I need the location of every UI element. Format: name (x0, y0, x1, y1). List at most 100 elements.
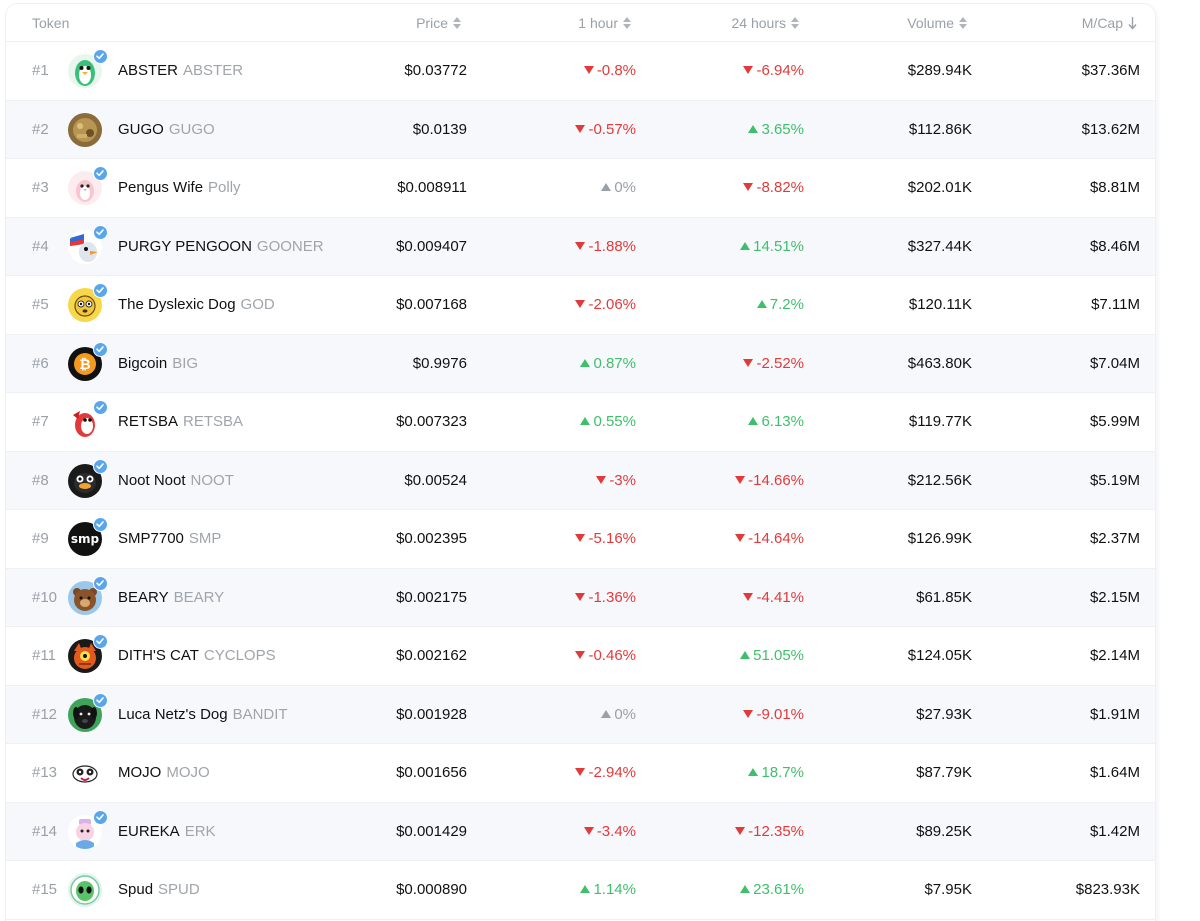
column-header-volume[interactable]: Volume (866, 4, 967, 42)
painted-portrait-icon (68, 112, 102, 147)
table-row[interactable]: #10 BEARY BEARY $0.002175 -1.36% -4.41% $61.85… (6, 568, 1155, 627)
table-row[interactable]: #14 EUREKA ERK $0.001429 -3.4% -12.35% $89.25K… (6, 802, 1155, 861)
column-header-price[interactable]: Price (366, 4, 461, 42)
triangle-down-icon (735, 475, 746, 484)
change-24h: -12.35% (656, 803, 804, 861)
token-name[interactable]: GUGO GUGO (118, 101, 215, 159)
change-1h-value: 0% (614, 179, 636, 196)
change-24h: 23.61% (656, 861, 804, 919)
token-name-label: PURGY PENGOON (118, 237, 252, 255)
change-1h-value: -0.46% (588, 647, 636, 664)
rank-label: #6 (32, 354, 49, 372)
table-row[interactable]: #11 DITH'S CAT CYCLOPS $0.002162 -0.46% 51.05… (6, 627, 1155, 686)
verified-badge-icon (93, 166, 108, 181)
table-row[interactable]: #13 MOJO MOJO $0.001656 -2.94% 18.7% $87.79K $1… (6, 744, 1155, 803)
triangle-up-icon (580, 885, 591, 893)
token-symbol-label: CYCLOPS (203, 647, 276, 664)
rank-label: #12 (32, 705, 58, 723)
token-name[interactable]: BEARY BEARY (118, 569, 224, 627)
table-row[interactable]: #6 ₿ Bigcoin BIG $0.9976 0.87% -2.52% $463.80K $… (6, 334, 1155, 393)
token-symbol-label: BANDIT (232, 705, 288, 723)
volume-value: $124.05K (907, 647, 972, 664)
triangle-down-icon (575, 124, 586, 133)
token-symbol-label: GOD (240, 296, 275, 313)
change-24h-value: -14.64% (748, 530, 804, 547)
volume-value: $61.85K (916, 588, 972, 606)
table-row[interactable]: #4 PURGY PENGOON GOONER $0.009407 -1.88% 14.5… (6, 217, 1155, 276)
change-1h: -2.94% (486, 744, 636, 802)
verified-badge-icon (93, 809, 108, 825)
change-24h: -8.82% (656, 159, 804, 217)
token-name[interactable]: DITH'S CAT CYCLOPS (118, 627, 276, 685)
triangle-down-icon (743, 358, 754, 367)
change-24h: 6.13% (656, 393, 804, 451)
market-cap-value: $1.91M (1089, 705, 1140, 723)
table-row[interactable]: #12 Luca Netz's Dog BANDIT $0.001928 0% -9.01… (6, 685, 1155, 744)
change-1h-value: 0.87% (593, 354, 636, 372)
token-name[interactable]: PURGY PENGOON GOONER (118, 218, 324, 276)
token-name-label: The Dyslexic Dog (118, 296, 236, 313)
column-header-mcap[interactable]: M/Cap (1036, 4, 1137, 42)
change-1h-value: -3.4% (596, 822, 636, 840)
volume-value: $327.44K (907, 237, 972, 255)
token-symbol-label: BIG (172, 354, 199, 372)
table-row[interactable]: #1 ABSTER ABSTER $0.03772 -0.8% -6.94% $289.94… (6, 42, 1155, 101)
token-name[interactable]: MOJO MOJO (118, 744, 210, 802)
volume-value: $463.80K (907, 354, 972, 372)
rank-label: #10 (32, 588, 58, 606)
market-cap-value: $1.64M (1089, 764, 1140, 781)
token-name[interactable]: Bigcoin BIG (118, 335, 198, 393)
volume-value: $89.25K (916, 822, 972, 840)
market-cap-value: $2.37M (1089, 530, 1140, 547)
token-name[interactable]: Noot Noot NOOT (118, 452, 234, 510)
token-name[interactable]: Luca Netz's Dog BANDIT (118, 686, 288, 744)
token-name-label: ABSTER (118, 62, 179, 79)
table-body: #1 ABSTER ABSTER $0.03772 -0.8% -6.94% $289.94… (6, 42, 1155, 920)
table-row[interactable]: #5 The Dyslexic Dog GOD $0.007168 -2.06% 7.2%… (6, 276, 1155, 335)
column-header-1-hour[interactable]: 1 hour (536, 4, 631, 42)
change-1h: 0% (486, 686, 636, 744)
change-1h-value: 1.14% (593, 881, 636, 898)
rank-label: #4 (32, 237, 49, 255)
price-value: $0.002175 (396, 588, 467, 606)
triangle-down-icon (743, 66, 754, 74)
token-name-label: Pengus Wife (118, 179, 204, 196)
rank-label: #3 (32, 179, 49, 196)
change-24h-value: 6.13% (761, 413, 804, 430)
token-name[interactable]: The Dyslexic Dog GOD (118, 276, 275, 334)
token-name[interactable]: EUREKA ERK (118, 803, 216, 861)
verified-badge-icon (93, 458, 108, 474)
change-1h-value: -3% (609, 471, 636, 489)
rank-label: #5 (32, 296, 49, 313)
table-row[interactable]: #9 smp SMP7700 SMP $0.002395 -5.16% -14.64% $12… (6, 510, 1155, 569)
table-row[interactable]: #2 GUGO GUGO $0.0139 -0.57% 3.65% $112.86K $13.… (6, 100, 1155, 159)
token-name[interactable]: RETSBA RETSBA (118, 393, 243, 451)
token-name[interactable]: Spud SPUD (118, 861, 200, 919)
triangle-up-icon (740, 651, 751, 659)
triangle-down-icon (583, 66, 594, 74)
table-row[interactable]: #7 RETSBA RETSBA $0.007323 0.55% 6.13% $119.77… (6, 393, 1155, 452)
change-24h-value: 14.51% (753, 237, 804, 255)
table-row[interactable]: #3 Pengus Wife Polly $0.008911 0% -8.82% $202.… (6, 159, 1155, 218)
price-value: $0.9976 (412, 354, 467, 372)
token-name-label: EUREKA (118, 822, 180, 840)
token-name[interactable]: ABSTER ABSTER (118, 42, 243, 100)
verified-badge-icon (93, 283, 108, 298)
column-header-24-hours[interactable]: 24 hours (696, 4, 799, 42)
column-header-token[interactable]: Token (32, 4, 69, 42)
change-24h: -4.41% (656, 569, 804, 627)
change-24h: 51.05% (656, 627, 804, 685)
change-24h: 18.7% (656, 744, 804, 802)
triangle-down-icon (575, 592, 586, 601)
table-row[interactable]: #15 Spud SPUD $0.000890 1.14% 23.61% $7.95K $82… (6, 861, 1155, 920)
token-name[interactable]: Pengus Wife Polly (118, 159, 241, 217)
volume-value: $126.99K (907, 530, 972, 547)
change-24h-value: -9.01% (756, 705, 804, 723)
price-value: $0.001928 (396, 705, 467, 723)
triangle-down-icon (575, 651, 586, 659)
token-name[interactable]: SMP7700 SMP (118, 510, 221, 568)
triangle-down-icon (743, 709, 754, 718)
table-row[interactable]: #8 Noot Noot NOOT $0.00524 -3% -14.66% $212.56… (6, 451, 1155, 510)
market-cap-value: $7.04M (1089, 354, 1140, 372)
price-value: $0.007168 (396, 296, 467, 313)
